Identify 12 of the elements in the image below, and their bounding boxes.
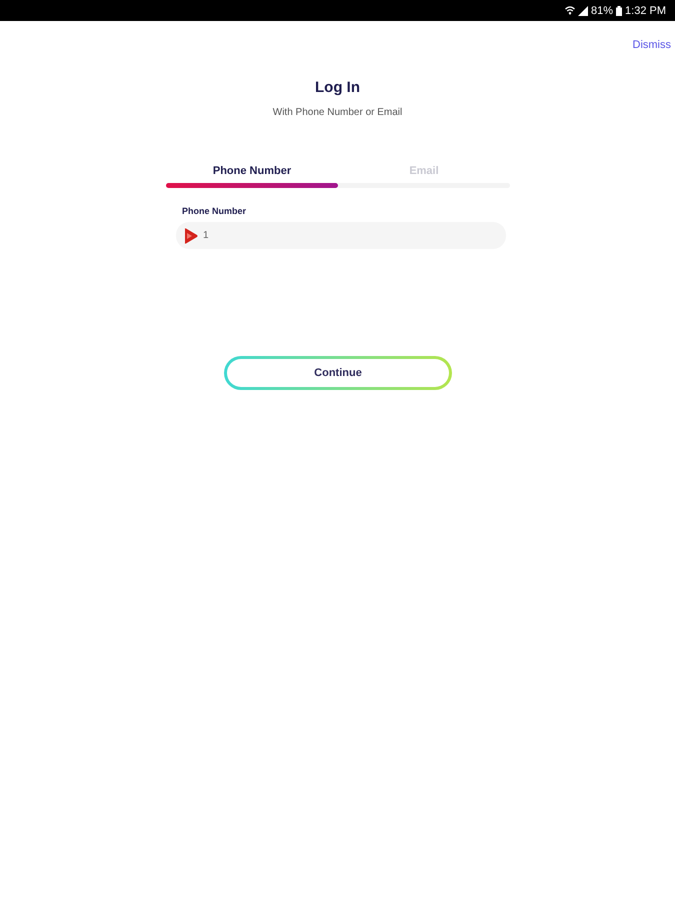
wifi-icon (565, 6, 575, 15)
battery-percentage: 81% (591, 4, 614, 16)
phone-number-field[interactable]: 1 (176, 222, 506, 249)
triangle-icon (184, 228, 198, 244)
signal-icon (578, 6, 588, 16)
field-label: Phone Number (182, 206, 248, 217)
page-title: Log In (315, 79, 360, 97)
clock-time: 1:32 PM (625, 4, 666, 16)
dismiss-link[interactable]: Dismiss (632, 34, 671, 56)
page-subtitle: With Phone Number or Email (272, 107, 402, 119)
login-method-tab[interactable]: Phone Number (166, 164, 338, 188)
battery-icon (616, 6, 622, 16)
